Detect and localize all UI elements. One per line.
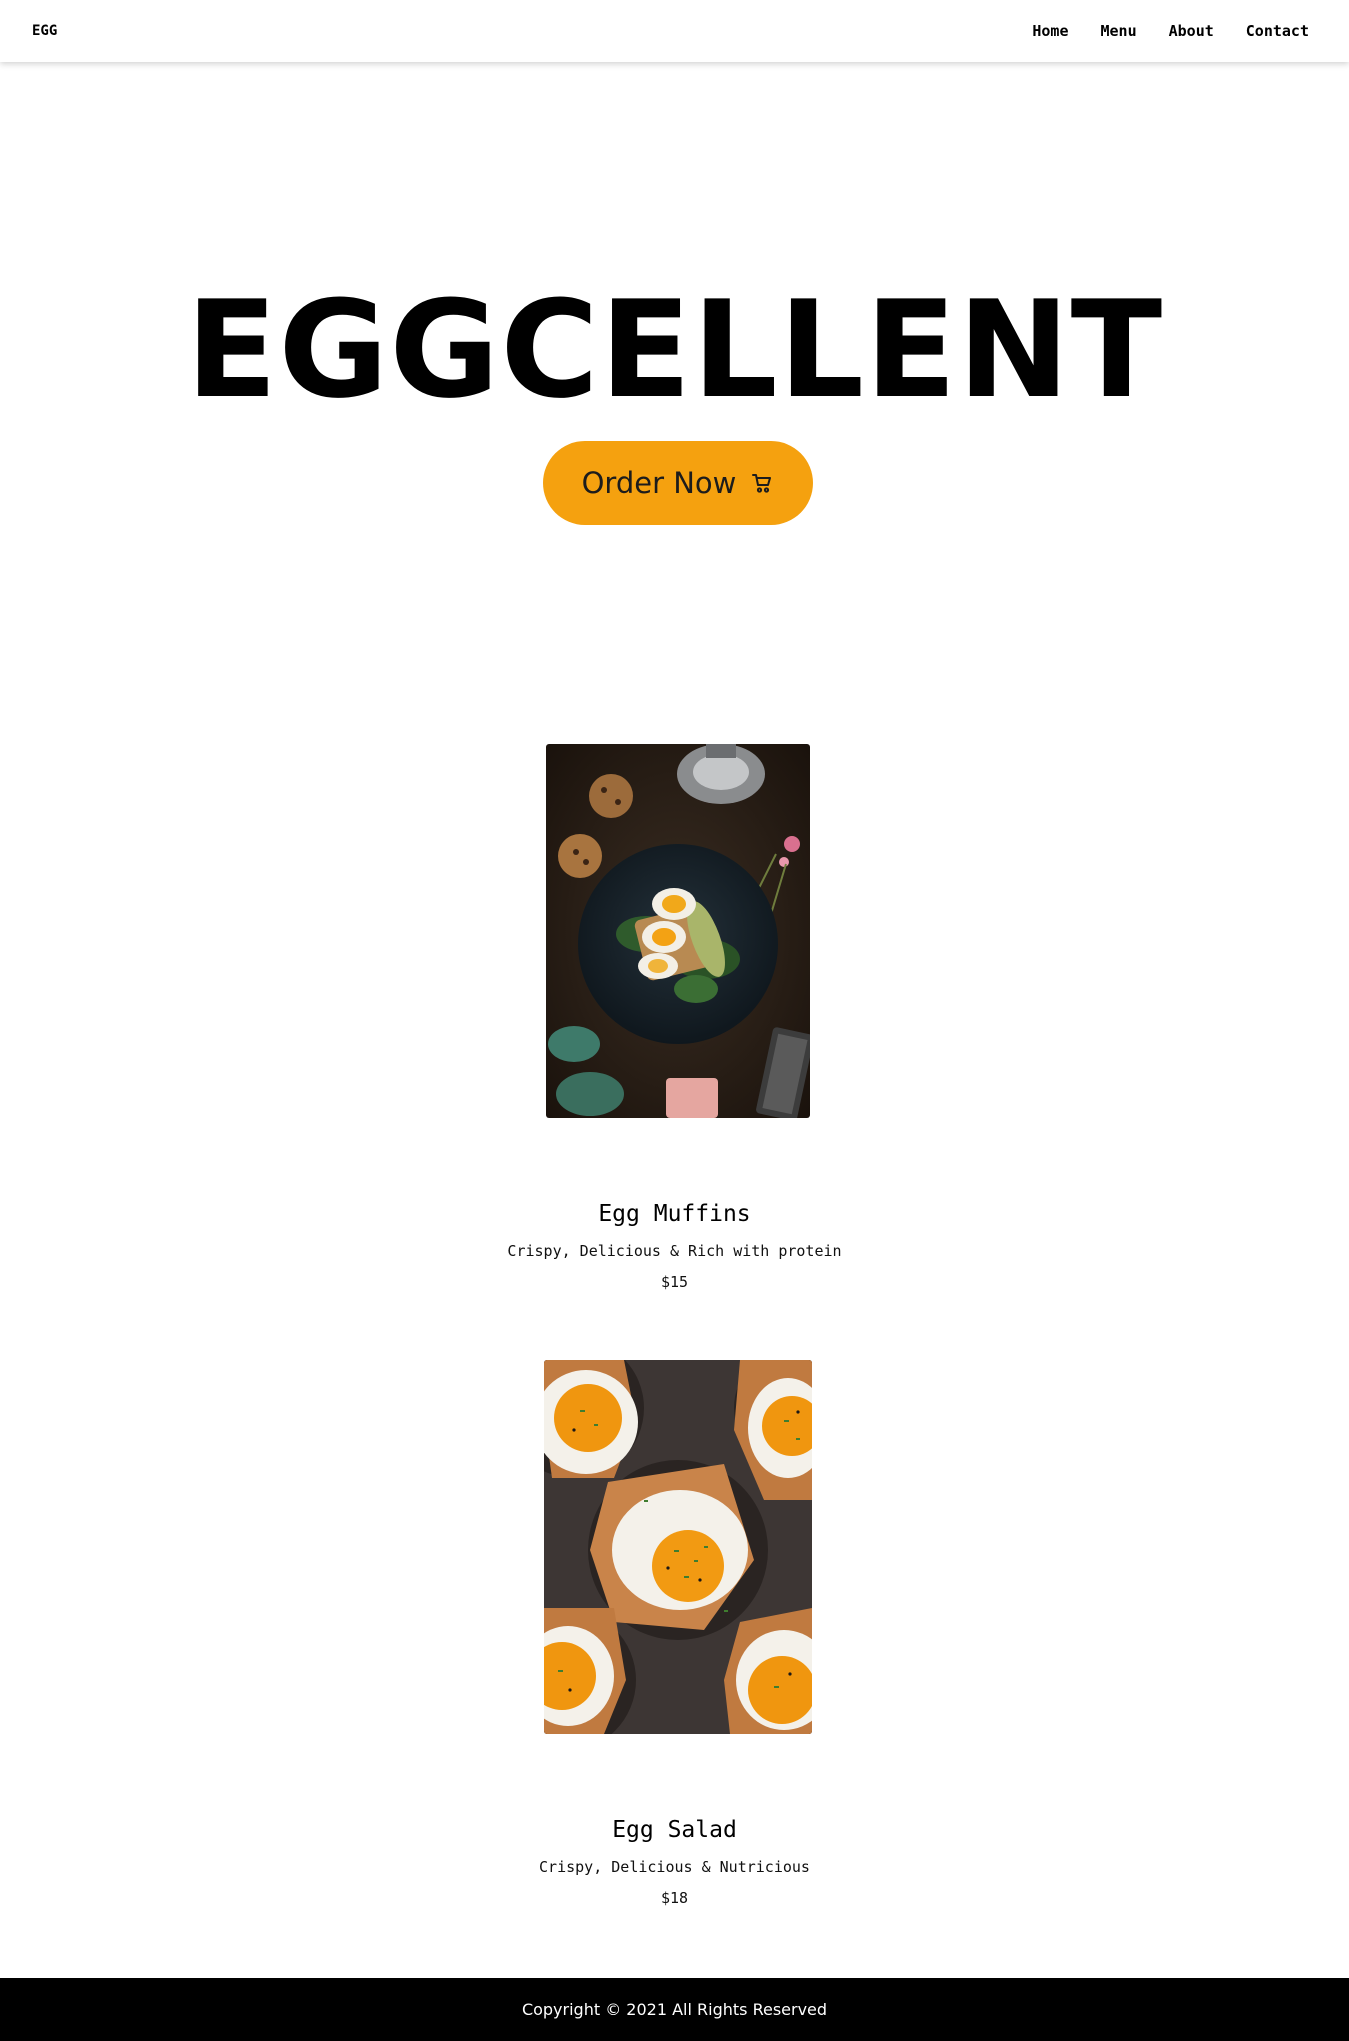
- order-now-label: Order Now: [581, 466, 737, 500]
- menu-item-title: Egg Muffins: [598, 1201, 751, 1227]
- nav-link-contact[interactable]: Contact: [1246, 22, 1309, 40]
- nav-links: Home Menu About Contact: [1032, 22, 1309, 40]
- hero-title: EGGCELLENT: [185, 272, 1164, 428]
- egg-salad-image: [544, 1360, 812, 1734]
- nav-link-about[interactable]: About: [1169, 22, 1214, 40]
- menu-item-description: Crispy, Delicious & Rich with protein: [507, 1242, 842, 1260]
- menu-item-title: Egg Salad: [612, 1817, 737, 1843]
- nav-link-menu[interactable]: Menu: [1101, 22, 1137, 40]
- egg-muffins-image: [546, 744, 810, 1118]
- navbar: EGG Home Menu About Contact: [0, 0, 1349, 62]
- brand-logo[interactable]: EGG: [32, 22, 57, 40]
- nav-link-home[interactable]: Home: [1032, 22, 1068, 40]
- menu-item-price: $18: [660, 1889, 689, 1907]
- order-now-button[interactable]: Order Now: [543, 441, 813, 525]
- menu-item-description: Crispy, Delicious & Nutricious: [539, 1858, 810, 1876]
- cart-icon: [750, 471, 774, 495]
- menu-item-price: $15: [660, 1273, 689, 1291]
- copyright-text: Copyright © 2021 All Rights Reserved: [521, 2000, 828, 2019]
- footer: Copyright © 2021 All Rights Reserved: [0, 1978, 1349, 2041]
